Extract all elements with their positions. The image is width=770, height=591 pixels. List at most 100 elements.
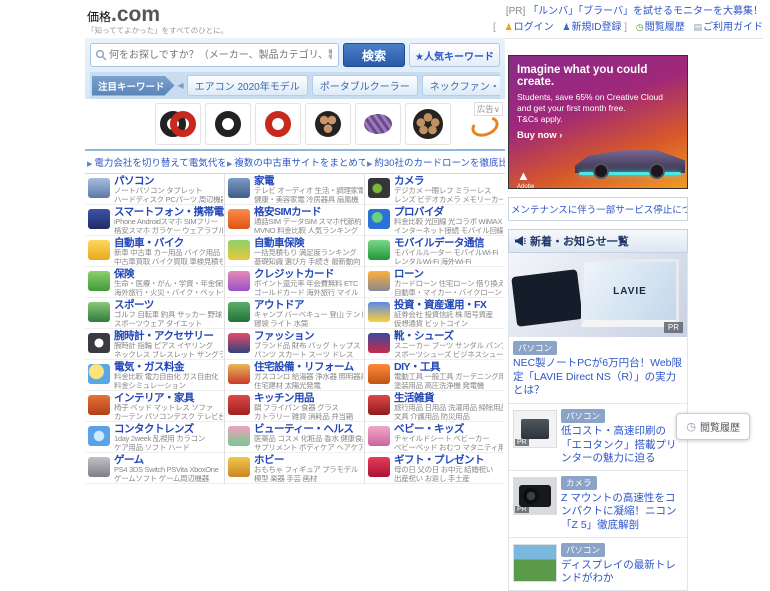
category-car-insurance[interactable]: 自動車保険一括見積もり 満足度ランキング基礎知識 選び方 手続き 最新動向: [225, 236, 364, 267]
site-logo[interactable]: 価格.com 「知っててよかった」をすべてのひとに。: [87, 4, 228, 35]
category-credit-card[interactable]: クレジットカードポイント還元率 年会費無料 ETCゴールドカード 海外旅行 マイ…: [225, 267, 364, 298]
history-link[interactable]: 閲覧履歴: [645, 22, 685, 33]
tv-icon: [228, 178, 250, 198]
cable-product-thumbnail[interactable]: [305, 103, 351, 145]
category-mobile-data[interactable]: モバイルデータ通信モバイルルーター モバイルWi-FiレンタルWi-Fi 海外W…: [365, 236, 504, 267]
category-column-3: カメラデジカメ 一眼レフ ミラーレスレンズ ビデオカメラ メモリーカード プロバ…: [364, 174, 504, 484]
laptop-icon: [88, 178, 110, 198]
category-contact-lens[interactable]: コンタクトレンズ1day 2week 乱視用 カラコンケア用品 ソフト ハード: [85, 422, 224, 453]
category-loan[interactable]: ローンカードローン 住宅ローン 借り換え自動車・マイカー・バイクローン: [365, 267, 504, 298]
cable-product-thumbnail[interactable]: [355, 103, 401, 145]
search-band: 検索 ★人気キーワード 注目キーワード ◀ エアコン 2020年モデル ポータブ…: [85, 38, 505, 99]
news-title[interactable]: 低コスト・高速印刷の「エコタンク」搭載プリンターの魅力に迫る: [561, 425, 687, 466]
account-line: [ ♟ログイン ♟新規ID登録 ] ◷閲覧履歴 ▤ご利用ガイド: [493, 20, 763, 36]
category-diy[interactable]: DIY・工具電動工具 一般工具 ガーデニング用品塗装用品 高圧洗浄機 発電機: [365, 360, 504, 391]
ad-headline: Imagine what you could create.: [517, 64, 679, 88]
category-fashion[interactable]: ファッションブランド品 財布 バッグ トップスパンツ スカート スーツ ドレス: [225, 329, 364, 360]
popular-keywords-button[interactable]: ★人気キーワード: [409, 43, 500, 67]
category-pc[interactable]: パソコンノートパソコン タブレットハードディスク PCパーツ 周辺機器: [85, 174, 224, 205]
keyword-chip[interactable]: ネックファン・ネッククーラー: [422, 75, 500, 96]
category-sports[interactable]: スポーツゴルフ 自転車 釣具 サッカー 野球スポーツウェア ダイエット: [85, 298, 224, 329]
cable-product-thumbnail[interactable]: [405, 103, 451, 145]
category-tag: パソコン: [561, 543, 605, 557]
category-investment[interactable]: 投資・資産運用・FX証券会社 投資信託 株 暗号資産仮想通貨 ビットコイン: [365, 298, 504, 329]
pr-banner-link[interactable]: 「ルンバ」「ブラーバ」を試せるモニターを大募集！: [528, 6, 763, 17]
bullet-icon: ▶: [87, 160, 92, 168]
caret-down-icon: ∨: [494, 104, 500, 114]
clock-icon: ◷: [686, 420, 696, 433]
category-gift[interactable]: ギフト・プレゼント母の日 父の日 お中元 結婚祝い出産祝い お返し 手土産: [365, 453, 504, 484]
category-reform[interactable]: 住宅設備・リフォームガスコンロ 給湯器 浄水器 照明器具住宅建材 太陽光発電: [225, 360, 364, 391]
cable-product-thumbnail[interactable]: [255, 103, 301, 145]
camera-thumbnail: PR: [513, 477, 557, 515]
register-person-icon: ♟: [562, 22, 570, 32]
category-game[interactable]: ゲームPS4 3DS Switch PSVita XboxOneゲームソフト ゲ…: [85, 453, 224, 484]
adobe-banner-ad[interactable]: Imagine what you could create. Students,…: [508, 55, 688, 189]
history-fab-button[interactable]: ◷ 閲覧履歴: [676, 413, 750, 440]
cable-product-thumbnail[interactable]: [205, 103, 251, 145]
category-kaden[interactable]: 家電テレビ オーディオ 生活・調理家電健康・美容家電 冷房器具 扇風機: [225, 174, 364, 205]
category-shoes[interactable]: 靴・シューズスニーカー ブーツ サンダル パンプススポーツシューズ ビジネスシュ…: [365, 329, 504, 360]
news-item[interactable]: PR パソコン低コスト・高速印刷の「エコタンク」搭載プリンターの魅力に迫る: [509, 403, 687, 470]
main-column: 検索 ★人気キーワード 注目キーワード ◀ エアコン 2020年モデル ポータブ…: [85, 38, 505, 484]
electricity-promo-link[interactable]: ▶電力会社を切り替えて電気代を節約: [85, 151, 225, 173]
search-box: [90, 43, 339, 67]
tagline: 「知っててよかった」をすべてのひとに。: [87, 27, 228, 35]
category-watch-accessory[interactable]: 腕時計・アクセサリー腕時計 指輪 ピアス イヤリングネックレス ブレスレット サ…: [85, 329, 224, 360]
featured-news[interactable]: LAVIE PR パソコン NEC製ノートPCが6万円台！Web限定「LAVIE…: [509, 253, 687, 403]
product-ad-strip: 広告∨: [85, 99, 505, 151]
clover-icon: [88, 271, 110, 291]
register-link[interactable]: 新規ID登録: [572, 22, 622, 33]
category-insurance[interactable]: 保険生命・医療・がん・学資・年金保険海外旅行・火災・バイク・ペット保険: [85, 267, 224, 298]
logo-kakaku-text: 価格: [87, 10, 111, 24]
news-item[interactable]: パソコンディスプレイの最新トレンドがわか: [509, 537, 687, 590]
card-loan-promo-link[interactable]: ▶約30社のカードローンを徹底比較: [365, 151, 505, 173]
category-sim-card[interactable]: 格安SIMカード通話SIM データSIM スマホ代節約MVNO 料金比較 人気ラ…: [225, 205, 364, 236]
advertiser-logo: [469, 113, 502, 140]
used-car-promo-link[interactable]: ▶複数の中古車サイトをまとめて検索: [225, 151, 365, 173]
news-title[interactable]: Z マウントの高速性をコンパクトに凝縮！ニコン「Z 5」徹底解剖: [561, 492, 687, 533]
category-provider[interactable]: プロバイダ料金比較 光回線 光コラボ WiMAXインターネット接続 モバイル回線: [365, 205, 504, 236]
header-links: [PR]「ルンバ」「ブラーバ」を試せるモニターを大募集！ [ ♟ログイン ♟新規…: [493, 4, 763, 36]
category-hobby[interactable]: ホビーおもちゃ フィギュア プラモデル模型 楽器 手芸 画材: [225, 453, 364, 484]
stroller-icon: [368, 426, 390, 446]
keyword-chip[interactable]: エアコン 2020年モデル: [187, 75, 308, 96]
house-icon: [228, 364, 250, 384]
maintenance-notice-link[interactable]: メンテナンスに伴う一部サービス停止について: [508, 197, 688, 221]
ad-label[interactable]: 広告∨: [474, 102, 503, 116]
kakaku-homepage: 価格.com 「知っててよかった」をすべてのひとに。 [PR]「ルンバ」「ブラー…: [85, 0, 763, 445]
camera-icon: [368, 178, 390, 198]
sim-card-icon: [228, 209, 250, 229]
category-interior[interactable]: インテリア・家具椅子 ベッド マットレス ソファカーテン パソコンデスク テレビ…: [85, 391, 224, 422]
category-camera[interactable]: カメラデジカメ 一眼レフ ミラーレスレンズ ビデオカメラ メモリーカード: [365, 174, 504, 205]
category-baby-kids[interactable]: ベビー・キッズチャイルドシート ベビーカーベビーベッド おむつ マタニティ用品: [365, 422, 504, 453]
keyword-chip[interactable]: ポータブルクーラー: [312, 75, 418, 96]
search-input[interactable]: [107, 49, 334, 62]
guide-book-icon: ▤: [693, 22, 702, 32]
credit-card-icon: [228, 271, 250, 291]
category-energy[interactable]: 電気・ガス料金料金比較 電力自由化 ガス自由化料金シミュレーション: [85, 360, 224, 391]
login-link[interactable]: ログイン: [514, 22, 554, 33]
white-laptop-graphic: LAVIE: [581, 259, 679, 327]
pot-icon: [228, 395, 250, 415]
bicycle-icon: [88, 302, 110, 322]
news-title[interactable]: ディスプレイの最新トレンドがわか: [561, 559, 687, 586]
featured-news-image[interactable]: LAVIE PR: [509, 253, 687, 337]
category-outdoor[interactable]: アウトドアキャンプ バーベキュー 登山 テント寝袋 ライト 水筒: [225, 298, 364, 329]
news-item[interactable]: PR カメラZ マウントの高速性をコンパクトに凝縮！ニコン「Z 5」徹底解剖: [509, 470, 687, 537]
guide-link[interactable]: ご利用ガイド: [703, 22, 763, 33]
cable-product-thumbnail[interactable]: [155, 103, 201, 145]
category-beauty-health[interactable]: ビューティー・ヘルス医薬品 コスメ 化粧品 香水 健康食品サプリメント ボディケ…: [225, 422, 364, 453]
pr-badge: PR: [515, 506, 529, 513]
featured-news-title[interactable]: NEC製ノートPCが6万円台！Web限定「LAVIE Direct NS（R）」…: [509, 357, 687, 403]
site-header: 価格.com 「知っててよかった」をすべてのひとに。 [PR]「ルンバ」「ブラー…: [85, 0, 763, 39]
keyword-prev-icon[interactable]: ◀: [178, 81, 184, 90]
category-daily-goods[interactable]: 生活雑貨旅行用品 日用品 洗濯用品 掃除用品文具 介護用品 防災用品: [365, 391, 504, 422]
robot-icon: [228, 457, 250, 477]
bullet-icon: ▶: [367, 160, 372, 168]
category-car-bike[interactable]: 自動車・バイク新車 中古車 カー用品 バイク用品中古車買取 バイク買取 車検見積…: [85, 236, 224, 267]
category-smartphone[interactable]: スマートフォン・携帯電話iPhone Androidスマホ SIMフリー格安スマ…: [85, 205, 224, 236]
search-button[interactable]: 検索: [343, 43, 405, 67]
bracket: ]: [624, 22, 627, 33]
category-kitchen[interactable]: キッチン用品鍋 フライパン 食器 グラスカトラリー 雑貨 消耗品 弁当箱: [225, 391, 364, 422]
